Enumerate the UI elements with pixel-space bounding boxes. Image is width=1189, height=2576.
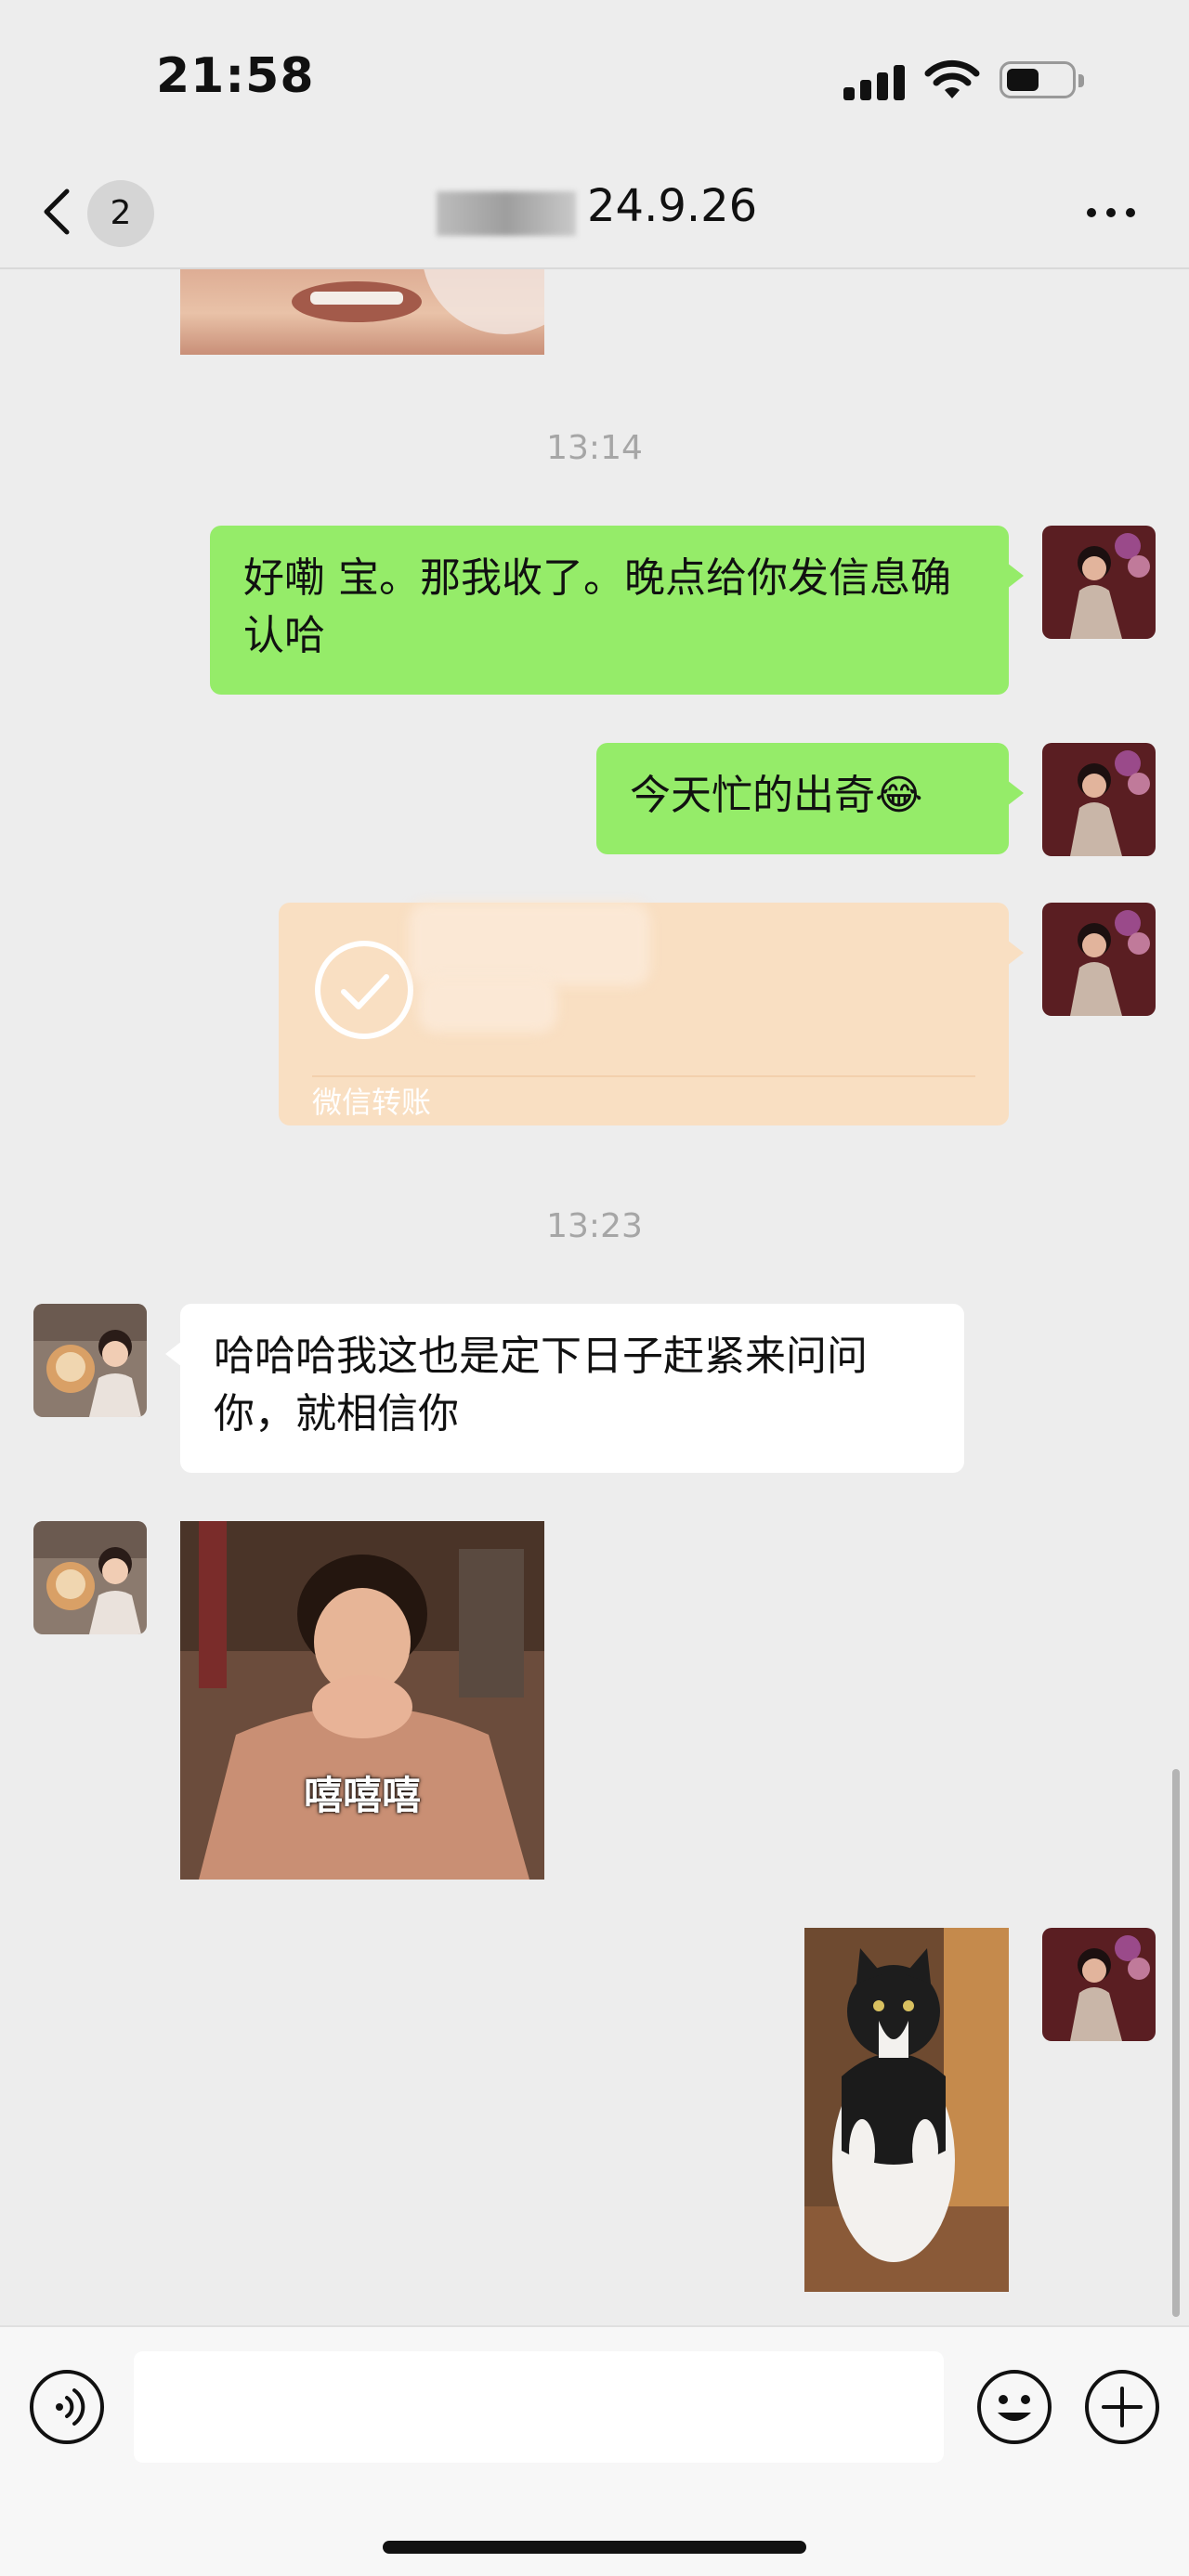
blurred-name — [437, 191, 576, 236]
voice-icon[interactable] — [28, 2368, 106, 2446]
signal-icon — [843, 65, 905, 100]
wechat-transfer-card[interactable]: 微信转账 — [279, 903, 1024, 1125]
contact-avatar[interactable] — [33, 1521, 147, 1634]
message-input[interactable] — [134, 2351, 944, 2463]
avatar[interactable] — [1042, 1928, 1156, 2041]
transfer-label: 微信转账 — [312, 1085, 432, 1120]
message-text: 好嘞 宝。那我收了。晚点给你发信息确认哈 — [243, 554, 951, 659]
chat-title: 24.9.26 — [437, 175, 771, 249]
scrollbar[interactable] — [1172, 1769, 1180, 2317]
chat-title-text: 24.9.26 — [587, 180, 758, 232]
plus-icon[interactable] — [1083, 2368, 1161, 2446]
blurred-status — [418, 977, 557, 1033]
sticker-caption: 嘻嘻嘻 — [303, 1773, 421, 1818]
status-bar: 21:58 — [0, 0, 1189, 158]
message-text: 今天忙的出奇 — [630, 772, 875, 819]
contact-avatar[interactable] — [33, 1304, 147, 1417]
sticker-message[interactable]: 嘻嘻嘻 — [180, 1521, 544, 1880]
received-message[interactable]: 哈哈哈我这也是定下日子赶紧来问问你，就相信你 — [165, 1304, 964, 1473]
image-message[interactable] — [804, 1928, 1009, 2292]
sticker-image — [180, 1521, 544, 1880]
sent-message[interactable]: 好嘞 宝。那我收了。晚点给你发信息确认哈 — [210, 526, 1024, 695]
status-time: 21:58 — [156, 48, 315, 104]
avatar[interactable] — [1042, 743, 1156, 856]
timestamp: 13:23 — [546, 1207, 643, 1245]
image-message-partial[interactable] — [180, 269, 544, 355]
more-options-button[interactable] — [1083, 193, 1139, 230]
sent-message[interactable]: 今天忙的出奇😂 — [596, 743, 1024, 854]
cat-photo — [804, 1928, 1009, 2292]
back-button[interactable]: 2 — [39, 176, 160, 247]
laughing-emoji: 😂 — [875, 772, 923, 819]
avatar[interactable] — [1042, 903, 1156, 1016]
avatar[interactable] — [1042, 526, 1156, 639]
timestamp: 13:14 — [546, 429, 643, 467]
more-dots-icon — [1087, 208, 1096, 217]
unread-count-badge: 2 — [87, 180, 154, 247]
emoji-icon[interactable] — [975, 2368, 1053, 2446]
wifi-icon — [924, 59, 980, 98]
chat-header: 2 24.9.26 — [0, 158, 1189, 269]
home-indicator[interactable] — [383, 2541, 806, 2554]
battery-icon — [1000, 61, 1084, 98]
blurred-amount — [409, 903, 650, 986]
chevron-left-icon — [44, 189, 70, 235]
check-circle-icon — [315, 941, 413, 1039]
message-text: 哈哈哈我这也是定下日子赶紧来问问你，就相信你 — [214, 1333, 868, 1438]
photo-placeholder — [292, 269, 544, 334]
message-list[interactable]: 13:14 好嘞 宝。那我收了。晚点给你发信息确认哈 今天忙的出奇😂 微信转账 … — [0, 269, 1189, 2325]
input-bar — [0, 2325, 1189, 2576]
